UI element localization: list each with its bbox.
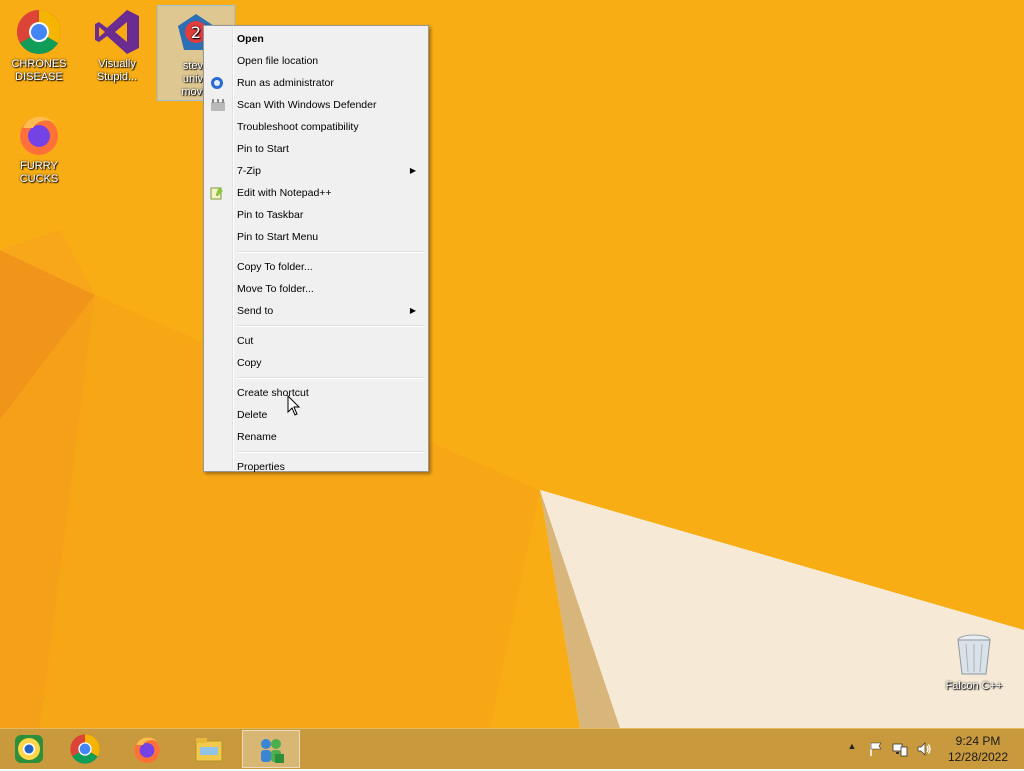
menu-item-copy[interactable]: Copy (206, 352, 426, 374)
desktop-icon-visual-studio[interactable]: Visually Stupid... (78, 4, 156, 84)
desktop-icon-recycle-bin[interactable]: Falcon C++ (935, 626, 1013, 693)
taskbar-button-network-app[interactable] (242, 730, 300, 768)
menu-item-label: Cut (237, 335, 254, 347)
menu-item-copy-to-folder[interactable]: Copy To folder... (206, 256, 426, 278)
menu-item-label: Copy To folder... (237, 261, 313, 273)
menu-item-delete[interactable]: Delete (206, 404, 426, 426)
menu-item-label: Run as administrator (237, 77, 334, 89)
volume-icon[interactable] (916, 741, 932, 757)
firefox-icon (15, 110, 63, 158)
menu-item-run-as-admin[interactable]: Run as administrator (206, 72, 426, 94)
icon-label: FURRY CUCKS (19, 160, 59, 185)
menu-item-pin-to-start[interactable]: Pin to Start (206, 138, 426, 160)
wallpaper (0, 0, 1024, 728)
menu-item-label: Pin to Start (237, 143, 289, 155)
menu-item-move-to-folder[interactable]: Move To folder... (206, 278, 426, 300)
firefox-icon (131, 733, 163, 765)
recycle-bin-icon (950, 630, 998, 678)
menu-separator (237, 325, 424, 327)
menu-separator (237, 251, 424, 253)
menu-item-label: Pin to Start Menu (237, 231, 319, 243)
clock-time: 9:24 PM (955, 734, 1001, 748)
menu-item-7zip[interactable]: 7-Zip ▶ (206, 160, 426, 182)
context-menu: Open Open file location Run as administr… (203, 25, 429, 473)
icon-label: CHRONES (11, 58, 67, 70)
menu-item-label: Open (237, 33, 264, 45)
taskbar-button-file-explorer[interactable] (180, 730, 238, 768)
menu-item-label: Open file location (237, 55, 319, 67)
menu-item-label: Send to (237, 305, 274, 317)
menu-item-properties[interactable]: Properties (206, 456, 426, 478)
submenu-arrow-icon: ▶ (409, 166, 416, 175)
menu-item-label: Properties (237, 461, 285, 473)
icon-label: Stupid... (96, 71, 138, 83)
svg-text:2: 2 (191, 23, 201, 42)
icon-label: Falcon C++ (945, 680, 1003, 692)
desktop[interactable]: CHRONES DISEASE Visually Stupid... 2 ste… (0, 0, 1024, 728)
menu-item-create-shortcut[interactable]: Create shortcut (206, 382, 426, 404)
menu-item-scan-defender[interactable]: Scan With Windows Defender (206, 94, 426, 116)
network-app-icon (255, 734, 287, 766)
menu-item-edit-notepadpp[interactable]: Edit with Notepad++ (206, 182, 426, 204)
menu-item-label: 7-Zip (237, 165, 261, 177)
desktop-icon-firefox[interactable]: FURRY CUCKS (0, 106, 78, 186)
chrome-icon (69, 733, 101, 765)
menu-item-open[interactable]: Open (206, 28, 426, 50)
menu-item-open-file-location[interactable]: Open file location (206, 50, 426, 72)
menu-item-troubleshoot[interactable]: Troubleshoot compatibility (206, 116, 426, 138)
show-hidden-icons-button[interactable]: ▲ (844, 741, 860, 757)
uac-shield-icon (210, 76, 226, 90)
icon-label: Visually (98, 58, 136, 70)
network-icon[interactable] (892, 741, 908, 757)
menu-item-label: Edit with Notepad++ (237, 187, 332, 199)
menu-item-send-to[interactable]: Send to ▶ (206, 300, 426, 322)
chromium-icon (13, 733, 45, 765)
notepadpp-icon (210, 186, 226, 200)
menu-item-label: Pin to Taskbar (237, 209, 304, 221)
defender-icon (210, 98, 226, 112)
mouse-cursor-icon (287, 395, 301, 416)
visual-studio-icon (93, 8, 141, 56)
menu-item-pin-to-start-menu[interactable]: Pin to Start Menu (206, 226, 426, 248)
menu-separator (237, 451, 424, 453)
menu-separator (237, 377, 424, 379)
taskbar: ▲ 9:24 PM 12/28/2022 (0, 728, 1024, 769)
clock[interactable]: 9:24 PM 12/28/2022 (938, 733, 1018, 765)
taskbar-button-firefox[interactable] (118, 730, 176, 768)
taskbar-button-chromium[interactable] (0, 730, 58, 768)
menu-item-rename[interactable]: Rename (206, 426, 426, 448)
icon-label: DISEASE (15, 71, 63, 83)
file-explorer-icon (193, 733, 225, 765)
action-center-flag-icon[interactable] (868, 741, 884, 757)
menu-item-cut[interactable]: Cut (206, 330, 426, 352)
menu-item-label: Scan With Windows Defender (237, 99, 377, 111)
chrome-icon (15, 8, 63, 56)
menu-item-label: Rename (237, 431, 277, 443)
taskbar-button-chrome[interactable] (56, 730, 114, 768)
menu-item-label: Troubleshoot compatibility (237, 121, 359, 133)
submenu-arrow-icon: ▶ (409, 306, 416, 315)
desktop-icon-chrone[interactable]: CHRONES DISEASE (0, 4, 78, 84)
clock-date: 12/28/2022 (947, 750, 1009, 764)
menu-item-label: Copy (237, 357, 262, 369)
menu-item-label: Move To folder... (237, 283, 314, 295)
menu-item-pin-to-taskbar[interactable]: Pin to Taskbar (206, 204, 426, 226)
menu-item-label: Delete (237, 409, 268, 421)
